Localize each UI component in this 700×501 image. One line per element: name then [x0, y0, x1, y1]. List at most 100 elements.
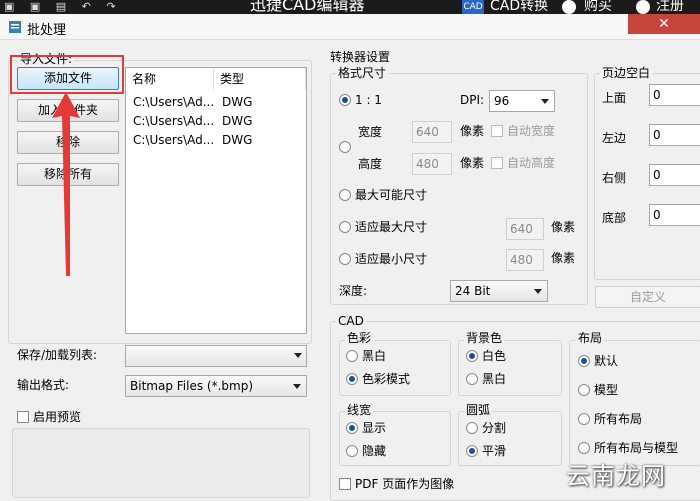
width-pixels-label: 像素 — [460, 124, 485, 138]
custom-margins-button[interactable]: 自定义 — [595, 286, 700, 308]
layout-all-radio[interactable] — [578, 413, 590, 425]
row-3-type[interactable]: DWG — [222, 132, 252, 148]
layout-model-radio[interactable] — [578, 384, 590, 396]
margin-right-label: 右侧 — [602, 171, 627, 185]
height-pixels-label: 像素 — [460, 156, 485, 170]
layout-title: 布局 — [576, 331, 605, 345]
cad-convert-link[interactable]: CAD转换 — [490, 0, 548, 14]
app-title: 迅捷CAD编辑器 — [250, 0, 365, 14]
arc-smooth-radio[interactable] — [466, 445, 478, 457]
row-2-type[interactable]: DWG — [222, 113, 252, 129]
row-1-type[interactable]: DWG — [222, 94, 252, 110]
highlight-box — [10, 55, 124, 94]
dialog-title: 批处理 — [27, 23, 67, 38]
pdf-page-as-image-checkbox[interactable] — [339, 478, 351, 490]
linewidth-hide-label: 隐藏 — [362, 444, 387, 458]
fit-max-label: 适应最大尺寸 — [355, 220, 428, 234]
register-link[interactable]: 注册 — [656, 0, 684, 14]
ratio-1-1-label: 1 : 1 — [355, 93, 382, 107]
layout-all-label: 所有布局 — [594, 412, 643, 426]
ratio-1-1-radio[interactable] — [339, 94, 351, 106]
output-format-select[interactable]: Bitmap Files (*.bmp) — [125, 375, 307, 397]
depth-value: 24 Bit — [455, 284, 491, 298]
output-format-value: Bitmap Files (*.bmp) — [130, 379, 253, 393]
pdf-page-as-image-label: PDF 页面作为图像 — [355, 477, 455, 491]
width-label: 宽度 — [358, 125, 383, 139]
max-size-radio[interactable] — [339, 189, 351, 201]
depth-label: 深度: — [339, 284, 368, 298]
auto-height-checkbox[interactable] — [491, 157, 503, 169]
batch-icon — [9, 21, 21, 33]
layout-all-model-radio[interactable] — [578, 442, 590, 454]
auto-height-label: 自动高度 — [507, 156, 556, 170]
red-arrow-annotation — [52, 92, 80, 276]
dialog-titlebar: 批处理 ✕ — [0, 14, 700, 40]
cad-title: CAD — [336, 314, 366, 328]
column-header-name[interactable]: 名称 — [126, 68, 214, 90]
custom-size-radio[interactable] — [339, 141, 351, 153]
dpi-label: DPI: — [460, 93, 485, 107]
chevron-down-icon — [541, 99, 549, 104]
preview-area — [12, 428, 310, 498]
fit-min-label: 适应最小尺寸 — [355, 252, 428, 266]
auto-width-checkbox[interactable] — [491, 125, 503, 137]
margin-bottom-label: 底部 — [602, 211, 627, 225]
close-button[interactable]: ✕ — [628, 14, 700, 34]
max-size-label: 最大可能尺寸 — [355, 188, 428, 202]
depth-select[interactable]: 24 Bit — [450, 280, 548, 302]
quick-access-icons[interactable]: ▣ ▣ ▤ ↶ ↷ — [4, 0, 122, 14]
margin-bottom-input[interactable]: 0 — [649, 204, 700, 226]
save-list-label: 保存/加载列表: — [17, 348, 98, 362]
enable-preview-checkbox[interactable] — [17, 411, 29, 423]
margin-right-input[interactable]: 0 — [649, 164, 700, 186]
layout-default-radio[interactable] — [578, 355, 590, 367]
color-bw-label: 黑白 — [362, 349, 387, 363]
linewidth-show-radio[interactable] — [346, 422, 358, 434]
column-header-type[interactable]: 类型 — [214, 68, 306, 90]
fit-min-radio[interactable] — [339, 253, 351, 265]
dpi-select[interactable]: 96 — [489, 90, 555, 112]
width-input[interactable]: 640 — [412, 121, 452, 143]
save-list-select[interactable] — [125, 345, 307, 367]
dpi-value: 96 — [494, 94, 510, 108]
row-3-name[interactable]: C:\Users\Ad... — [133, 132, 214, 148]
height-input[interactable]: 480 — [412, 153, 452, 175]
fit-max-input[interactable]: 640 — [506, 218, 544, 240]
height-label: 高度 — [358, 157, 383, 171]
color-title: 色彩 — [345, 331, 374, 345]
cart-icon — [562, 0, 576, 14]
background-white-label: 白色 — [482, 349, 507, 363]
background-white-radio[interactable] — [466, 350, 478, 362]
margin-top-input[interactable]: 0 — [649, 84, 700, 106]
background-black-label: 黑白 — [482, 372, 507, 386]
fit-min-input[interactable]: 480 — [506, 249, 544, 271]
arc-group — [458, 411, 562, 466]
margin-left-input[interactable]: 0 — [649, 124, 700, 146]
arc-split-label: 分割 — [482, 421, 507, 435]
user-icon — [636, 0, 650, 14]
margin-top-label: 上面 — [602, 91, 627, 105]
linewidth-hide-radio[interactable] — [346, 445, 358, 457]
chevron-down-icon — [534, 289, 542, 294]
background-title: 背景色 — [464, 331, 505, 345]
output-format-label: 输出格式: — [17, 378, 70, 392]
buy-link[interactable]: 购买 — [584, 0, 612, 14]
background-group — [458, 340, 562, 396]
row-1-name[interactable]: C:\Users\Ad... — [133, 94, 214, 110]
color-group — [339, 340, 451, 396]
linewidth-show-label: 显示 — [362, 421, 387, 435]
format-size-title: 格式尺寸 — [336, 66, 389, 80]
fit-max-radio[interactable] — [339, 221, 351, 233]
color-bw-radio[interactable] — [346, 350, 358, 362]
color-mode-radio[interactable] — [346, 373, 358, 385]
linewidth-group — [339, 411, 451, 466]
arc-split-radio[interactable] — [466, 422, 478, 434]
auto-width-label: 自动宽度 — [507, 124, 556, 138]
row-2-name[interactable]: C:\Users\Ad... — [133, 113, 214, 129]
linewidth-title: 线宽 — [345, 403, 374, 417]
file-list[interactable]: 名称 类型 C:\Users\Ad... DWG C:\Users\Ad... … — [125, 67, 307, 334]
background-black-radio[interactable] — [466, 373, 478, 385]
layout-all-model-label: 所有布局与模型 — [594, 441, 679, 455]
fit-max-pixels-label: 像素 — [551, 220, 576, 234]
close-icon: ✕ — [658, 16, 670, 32]
